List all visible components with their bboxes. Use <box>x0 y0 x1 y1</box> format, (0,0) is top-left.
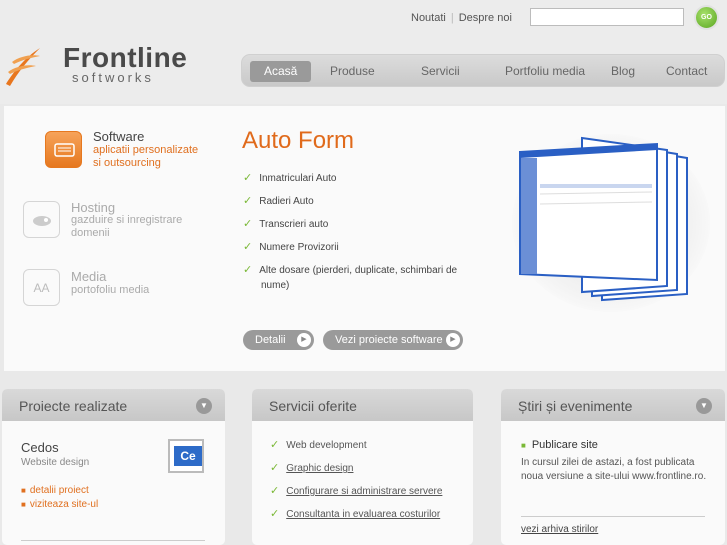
top-link-noutati[interactable]: Noutati <box>411 12 446 24</box>
feature-title: Auto Form <box>242 127 355 154</box>
disk-icon[interactable] <box>23 201 60 238</box>
bullet-icon: ■ <box>21 500 26 509</box>
feature-item: ✓ Inmatriculari Auto <box>243 171 336 186</box>
nav-item-contact[interactable]: Contact <box>666 61 707 82</box>
top-link-despre-noi[interactable]: Despre noi <box>459 12 512 24</box>
view-software-projects-button[interactable]: Vezi proiecte software ▶ <box>323 330 463 350</box>
sidebar-item-software-title[interactable]: Software <box>93 129 144 144</box>
box-title: Știri și evenimente <box>518 398 633 414</box>
details-button[interactable]: Detalii ▶ <box>243 330 314 350</box>
desc-line: aplicatii personalizate <box>93 144 199 156</box>
feature-item-label: Transcrieri auto <box>259 219 329 230</box>
service-item[interactable]: ✓ Graphic design <box>270 461 353 476</box>
divider: | <box>450 12 454 24</box>
news-box-header[interactable]: Știri și evenimente ▼ <box>501 389 725 421</box>
news-headline-text: Publicare site <box>531 439 598 451</box>
keyboard-icon[interactable] <box>45 131 82 168</box>
service-link[interactable]: Consultanta in evaluarea costurilor <box>286 509 440 520</box>
media-icon[interactable]: AA <box>23 269 60 306</box>
desc-line: portofoliu media <box>71 284 150 296</box>
nav-item-servicii[interactable]: Servicii <box>421 61 460 82</box>
cedos-logo[interactable]: Ce <box>168 439 204 473</box>
sidebar-item-media-desc: portofoliu media <box>71 284 149 297</box>
chevron-down-icon[interactable]: ▼ <box>696 398 712 414</box>
cedos-logo-text: Ce <box>174 446 202 466</box>
feature-item: ✓ Radieri Auto <box>243 194 314 209</box>
site-header: Noutati | Despre noi GO Frontline softwork… <box>0 0 727 104</box>
news-archive-link[interactable]: vezi arhiva stirilor <box>521 524 598 535</box>
button-label: Vezi proiecte software <box>335 334 443 346</box>
brand-tagline: softworks <box>72 70 154 85</box>
sidebar-item-software-desc: aplicatii personalizate si outsourcing <box>93 144 198 170</box>
projects-box-header[interactable]: Proiecte realizate ▼ <box>2 389 225 421</box>
link-label: viziteaza site-ul <box>29 499 99 510</box>
feature-item: ✓ Numere Provizorii <box>243 240 339 255</box>
service-item: ✓ Web development <box>270 438 367 453</box>
box-title: Servicii oferite <box>269 398 357 414</box>
nav-item-portfoliu-media[interactable]: Portfoliu media <box>505 61 585 82</box>
service-item[interactable]: ✓ Configurare si administrare servere <box>270 484 442 499</box>
product-screenshot-image <box>519 136 688 302</box>
chevron-down-icon[interactable]: ▼ <box>196 398 212 414</box>
service-link[interactable]: Configurare si administrare servere <box>286 486 442 497</box>
nav-item-produse[interactable]: Produse <box>330 61 375 82</box>
project-link-details[interactable]: ■ detalii proiect <box>21 484 89 498</box>
go-button[interactable]: GO <box>694 5 719 30</box>
top-links: Noutati | Despre noi <box>411 12 512 24</box>
link-label: detalii proiect <box>29 485 89 496</box>
check-icon: ✓ <box>270 462 280 474</box>
frontline-logo-icon[interactable] <box>2 44 42 88</box>
desc-line: domenii <box>71 227 110 239</box>
divider <box>21 540 205 541</box>
sidebar-item-hosting-desc: gazduire si inregistrare domenii <box>71 214 182 240</box>
check-icon: ✓ <box>243 172 253 184</box>
project-name[interactable]: Cedos <box>21 440 59 455</box>
news-headline[interactable]: ■ Publicare site <box>521 438 598 453</box>
bullet-icon: ■ <box>521 441 526 450</box>
divider <box>521 516 705 517</box>
service-item[interactable]: ✓ Consultanta in evaluarea costurilor <box>270 507 440 522</box>
nav-item-acasa[interactable]: Acasă <box>250 61 312 82</box>
arrow-right-icon: ▶ <box>446 333 460 347</box>
check-icon: ✓ <box>270 439 280 451</box>
check-icon: ✓ <box>243 218 253 230</box>
feature-item-label: Inmatriculari Auto <box>259 173 337 184</box>
service-label: Web development <box>286 440 367 451</box>
feature-item-label: Alte dosare (pierderi, duplicate, schimb… <box>259 265 458 291</box>
bullet-icon: ■ <box>21 486 26 495</box>
check-icon: ✓ <box>243 264 253 276</box>
nav-item-blog[interactable]: Blog <box>611 61 635 82</box>
desc-line: si outsourcing <box>93 157 161 169</box>
button-label: Detalii <box>255 334 286 346</box>
news-body-line: noua versiune a site-ului www.frontline.… <box>521 471 707 482</box>
search-input[interactable] <box>530 8 684 26</box>
sidebar-item-media-title[interactable]: Media <box>71 269 106 284</box>
project-link-visit[interactable]: ■ viziteaza site-ul <box>21 498 98 512</box>
news-body-line: In cursul zilei de astazi, a fost public… <box>521 457 695 468</box>
services-box-header[interactable]: Servicii oferite <box>252 389 473 421</box>
feature-item-label: Numere Provizorii <box>259 242 339 253</box>
sidebar-item-hosting-title[interactable]: Hosting <box>71 200 115 215</box>
desc-line: gazduire si inregistrare <box>71 214 183 226</box>
service-link[interactable]: Graphic design <box>286 463 353 474</box>
feature-item: ✓ Transcrieri auto <box>243 217 328 232</box>
news-body: In cursul zilei de astazi, a fost public… <box>521 456 706 484</box>
check-icon: ✓ <box>243 241 253 253</box>
feature-item: ✓ Alte dosare (pierderi, duplicate, schim… <box>243 263 463 293</box>
feature-item-label: Radieri Auto <box>259 196 314 207</box>
check-icon: ✓ <box>270 485 280 497</box>
main-nav: Acasă Produse Servicii Portfoliu media B… <box>241 54 725 87</box>
project-type: Website design <box>21 457 90 468</box>
arrow-right-icon: ▶ <box>297 333 311 347</box>
check-icon: ✓ <box>243 195 253 207</box>
check-icon: ✓ <box>270 508 280 520</box>
box-title: Proiecte realizate <box>19 398 128 414</box>
